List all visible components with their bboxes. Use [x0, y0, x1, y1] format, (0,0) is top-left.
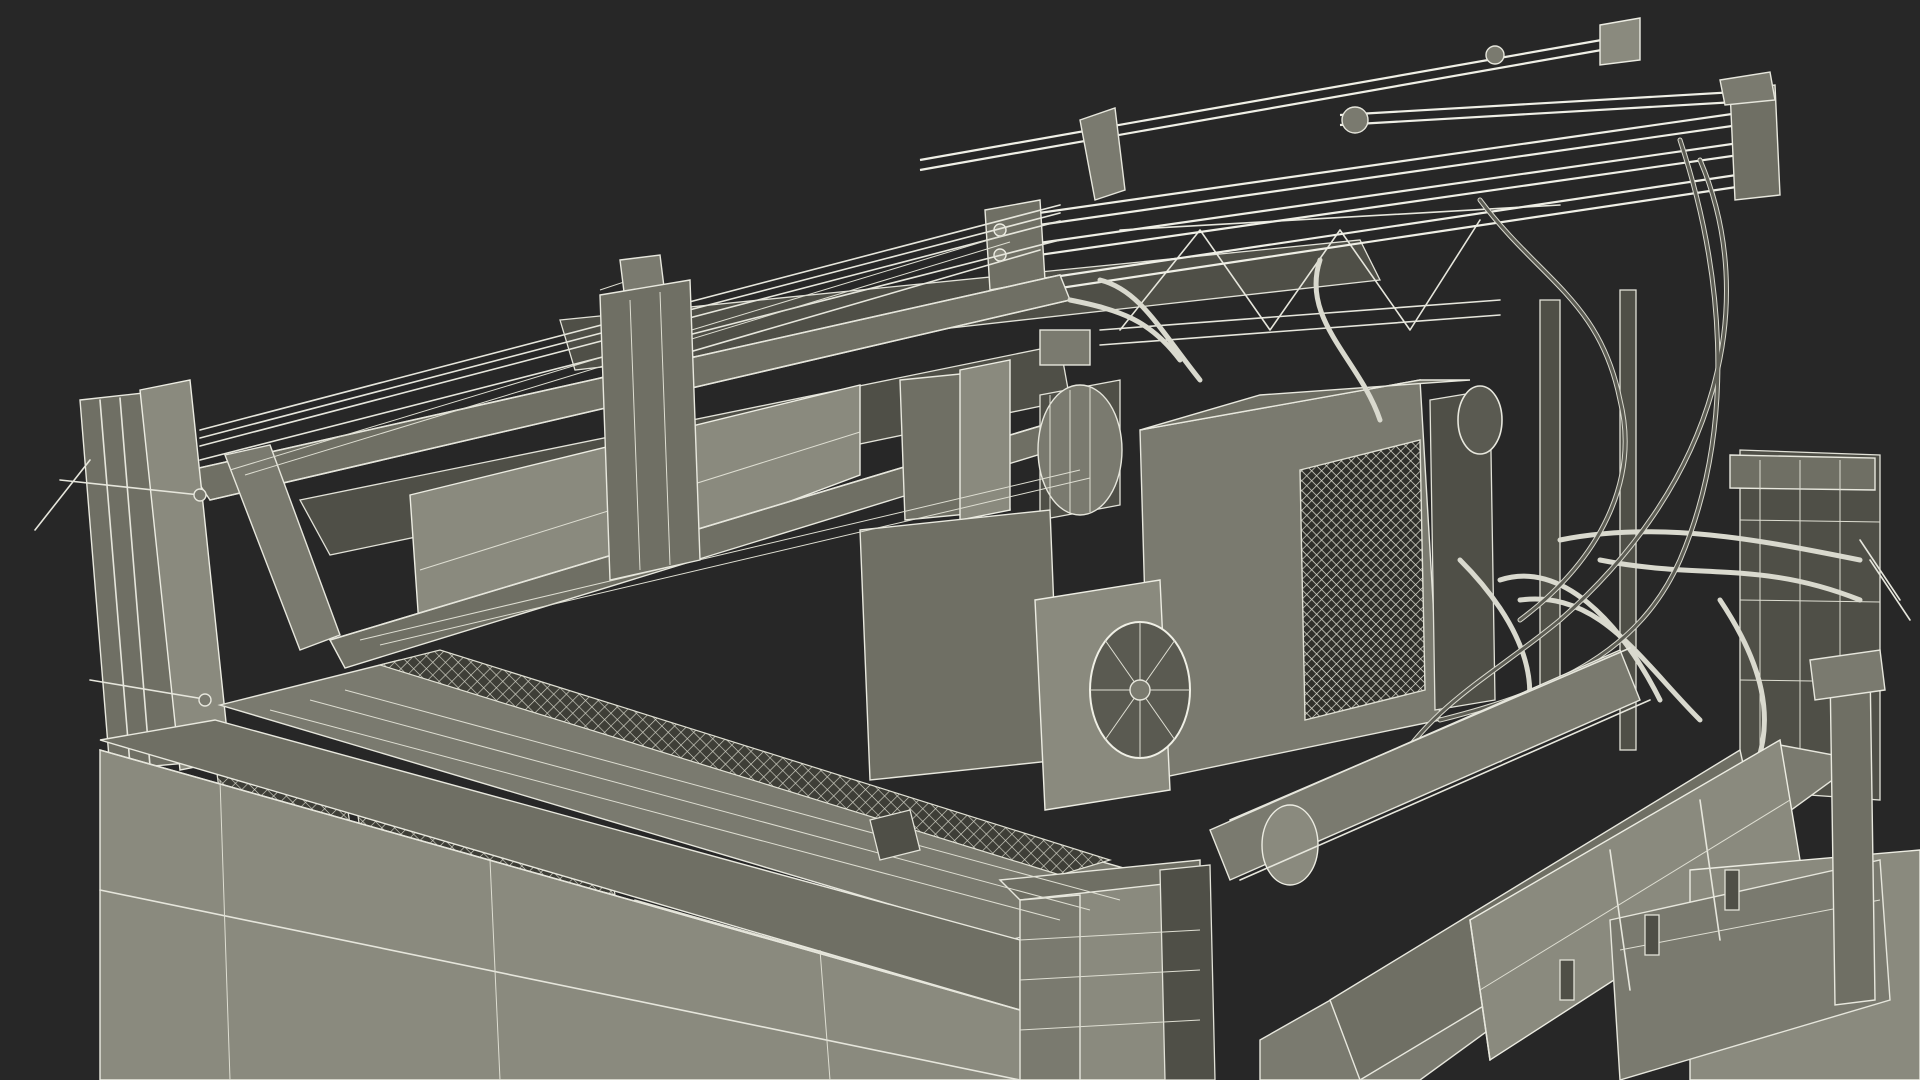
wireframe-render-viewport	[0, 0, 1920, 1080]
drilling-rig-wireframe-model	[34, 17, 1920, 1080]
